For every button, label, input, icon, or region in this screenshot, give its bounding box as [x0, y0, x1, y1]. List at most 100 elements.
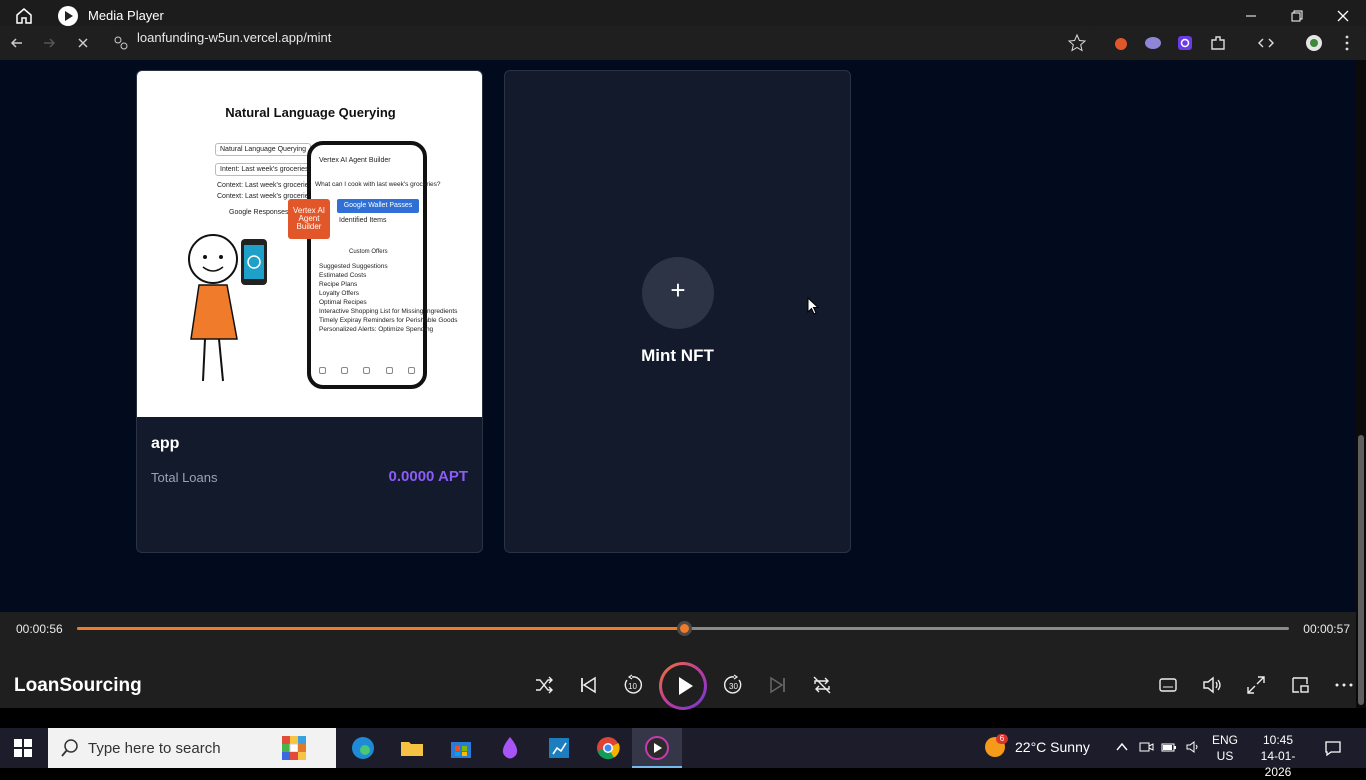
close-icon[interactable] — [1333, 6, 1353, 26]
total-loans-label: Total Loans — [151, 470, 218, 485]
repeat-off-icon[interactable] — [811, 674, 833, 696]
browser-toolbar: loanfunding-w5un.vercel.app/mint — [0, 26, 1366, 60]
more-options-icon[interactable] — [1333, 674, 1355, 696]
phone-wallet-banner: Google Wallet Passes — [337, 199, 419, 213]
rewind-10-icon[interactable]: 10 — [621, 674, 643, 696]
window-title: Media Player — [88, 8, 164, 23]
mint-add-button[interactable]: + — [642, 257, 714, 329]
minimize-icon[interactable] — [1241, 6, 1261, 26]
file-explorer-icon[interactable] — [398, 734, 426, 762]
phone-identified-items: Identified Items — [339, 217, 387, 224]
url-text[interactable]: loanfunding-w5un.vercel.app/mint — [137, 30, 331, 45]
media-controls: 00:00:56 00:00:57 LoanSourcing 10 30 — [0, 612, 1356, 710]
tray-chevron-up-icon[interactable] — [1114, 739, 1130, 755]
extensions-puzzle-icon[interactable] — [1208, 33, 1228, 53]
search-highlight-cube-icon — [278, 732, 310, 764]
phone-question: What can I cook with last week's groceri… — [315, 181, 441, 188]
suggestion-item: Personalized Alerts: Optimize Spending — [319, 326, 434, 333]
browser-menu-icon[interactable] — [1337, 33, 1357, 53]
svg-text:30: 30 — [729, 682, 738, 691]
total-loans-value: 0.0000 APT — [388, 468, 469, 485]
clock-date: 14-01-2026 — [1260, 749, 1296, 779]
seek-bar-handle[interactable] — [677, 621, 693, 636]
region-code: US — [1216, 749, 1234, 763]
suggestion-item: Timely Expiray Reminders for Perishable … — [319, 317, 458, 324]
card-title: app — [151, 435, 180, 452]
nft-card-app[interactable]: Natural Language Querying Natural Langua… — [136, 70, 483, 553]
artwork-phone: Vertex AI Agent Builder What can I cook … — [307, 141, 458, 389]
suggestion-item: Loyalty Offers — [319, 290, 359, 297]
weather-badge: 6 — [996, 734, 1008, 744]
microsoft-store-icon[interactable] — [447, 734, 475, 762]
previous-track-icon[interactable] — [577, 674, 599, 696]
stick-figure-illustration — [188, 234, 267, 382]
notification-center-icon[interactable] — [1324, 739, 1342, 757]
weather-text[interactable]: 22°C Sunny — [1015, 739, 1090, 755]
nft-artwork: Natural Language Querying Natural Langua… — [137, 71, 482, 417]
subtitles-icon[interactable] — [1157, 674, 1179, 696]
seek-bar[interactable] — [77, 621, 1289, 636]
windows-taskbar: Type here to search 6 22°C Sunny ENG US … — [0, 728, 1366, 779]
site-info-icon[interactable] — [110, 32, 132, 54]
play-button[interactable] — [659, 662, 707, 710]
chrome-browser-icon[interactable] — [594, 734, 622, 762]
restore-icon[interactable] — [1287, 6, 1307, 26]
taskbar-search-box[interactable]: Type here to search — [48, 728, 336, 768]
scrollbar-thumb[interactable] — [1358, 435, 1364, 705]
search-icon — [60, 738, 80, 758]
media-player-taskbar-icon[interactable] — [643, 734, 671, 762]
paint-drop-icon[interactable] — [496, 734, 524, 762]
play-icon — [662, 665, 704, 707]
profile-avatar-icon[interactable] — [1304, 33, 1324, 53]
extension-fox-icon[interactable] — [1111, 33, 1131, 53]
artwork-pill-intent: Intent: Last week's groceries? — [215, 163, 318, 176]
clock-time: 10:45 — [1262, 733, 1294, 747]
devtools-code-icon[interactable] — [1256, 33, 1276, 53]
suggestion-item: Suggested Suggestions — [319, 263, 388, 270]
edge-browser-icon[interactable] — [349, 734, 377, 762]
suggestion-item: Recipe Plans — [319, 281, 358, 288]
forward-arrow-icon[interactable] — [38, 32, 60, 54]
next-track-icon[interactable] — [767, 674, 789, 696]
vertex-ai-badge: Vertex AI Agent Builder — [288, 199, 330, 239]
shuffle-icon[interactable] — [533, 674, 555, 696]
taskbar-clock[interactable]: 10:45 14-01-2026 — [1250, 732, 1306, 780]
extension-wallet-icon[interactable] — [1175, 33, 1195, 53]
mouse-cursor-icon — [807, 297, 819, 315]
language-code: ENG — [1212, 733, 1239, 747]
battery-icon[interactable] — [1161, 739, 1177, 755]
phone-header: Vertex AI Agent Builder — [319, 157, 391, 164]
forward-30-icon[interactable]: 30 — [723, 674, 745, 696]
phone-suggestion-list: Suggested Suggestions Estimated Costs Re… — [311, 263, 458, 335]
mint-nft-card[interactable]: + Mint NFT — [504, 70, 851, 553]
mini-player-icon[interactable] — [1289, 674, 1311, 696]
suggestion-item: Optimal Recipes — [319, 299, 367, 306]
speaker-icon[interactable] — [1185, 739, 1201, 755]
elapsed-time: 00:00:56 — [16, 622, 63, 636]
bookmark-star-icon[interactable] — [1067, 33, 1087, 53]
meet-now-icon[interactable] — [1138, 739, 1154, 755]
artwork-title: Natural Language Querying — [225, 105, 396, 120]
extension-ghost-icon[interactable] — [1143, 33, 1163, 53]
reload-stop-icon[interactable] — [72, 32, 94, 54]
plus-icon: + — [670, 275, 686, 305]
windows-start-icon[interactable] — [14, 739, 32, 757]
now-playing-title: LoanSourcing — [14, 675, 142, 696]
volume-icon[interactable] — [1201, 674, 1223, 696]
page-scrollbar[interactable] — [1356, 60, 1366, 708]
web-page: Natural Language Querying Natural Langua… — [0, 60, 1356, 612]
seek-bar-progress — [77, 627, 685, 630]
fullscreen-icon[interactable] — [1245, 674, 1267, 696]
phone-custom-offers: Custom Offers — [349, 249, 388, 255]
svg-text:10: 10 — [628, 682, 637, 691]
phone-tab-bar — [311, 367, 423, 379]
suggestion-item: Estimated Costs — [319, 272, 367, 279]
home-icon[interactable] — [14, 6, 34, 26]
mint-nft-label: Mint NFT — [641, 346, 714, 365]
artwork-google-responses: Google Responses — [229, 209, 289, 216]
back-arrow-icon[interactable] — [6, 32, 28, 54]
input-language[interactable]: ENG US — [1212, 732, 1238, 764]
total-time: 00:00:57 — [1303, 622, 1350, 636]
chart-app-icon[interactable] — [545, 734, 573, 762]
search-placeholder: Type here to search — [88, 740, 221, 757]
